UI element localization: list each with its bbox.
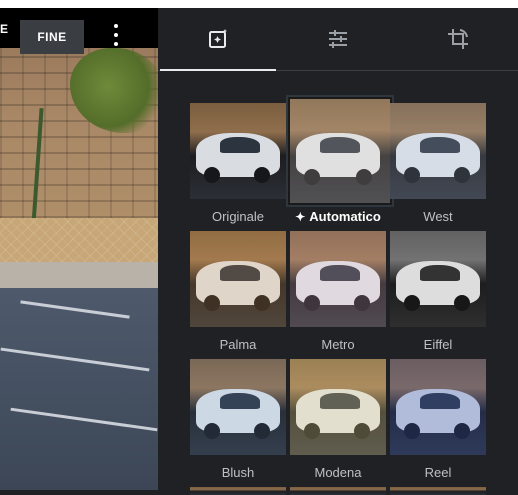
filter-label: Blush (221, 465, 255, 480)
filter-thumbnail (390, 103, 486, 199)
filter-thumbnail (190, 103, 286, 199)
sliders-icon (329, 30, 347, 48)
filter-thumbnail (290, 487, 386, 495)
edit-panel: Originale ✦ Automatico West Palma Metro … (158, 8, 518, 495)
filter-thumbnail (190, 359, 286, 455)
filter-thumbnail (190, 231, 286, 327)
auto-filter-icon (209, 29, 227, 48)
filter-label: Palma (219, 337, 257, 352)
filter-thumbnail (190, 487, 286, 495)
photo-fence (0, 218, 158, 268)
filter-thumbnail (390, 359, 486, 455)
filter-thumbnail (290, 359, 386, 455)
filter-label: Eiffel (423, 337, 453, 352)
done-button[interactable]: FINE (20, 20, 84, 54)
tab-filters[interactable] (158, 8, 278, 71)
window-top-edge (0, 0, 518, 8)
photo-road (0, 288, 158, 490)
filter-label: West (423, 209, 453, 224)
tab-crop[interactable] (398, 8, 518, 70)
filter-label-selected: ✦ Automatico (295, 209, 381, 224)
filter-label: Reel (424, 465, 452, 480)
filter-thumbnail (290, 231, 386, 327)
previous-button[interactable]: E (0, 22, 9, 36)
filter-label: Metro (321, 337, 355, 352)
filter-label: Originale (211, 209, 265, 224)
photo-curb (0, 262, 158, 288)
editor-toolbar: E FINE (0, 8, 158, 54)
filter-thumbnail (288, 97, 392, 205)
crop-rotate-icon (448, 29, 468, 49)
sparkle-icon: ✦ (295, 210, 306, 224)
tab-adjust[interactable] (278, 8, 398, 70)
edit-tabs (158, 8, 518, 71)
more-vert-icon[interactable] (108, 24, 124, 46)
filter-thumbnail (390, 487, 486, 495)
photo-preview (0, 8, 158, 490)
filter-label: Modena (314, 465, 362, 480)
filter-thumbnail (390, 231, 486, 327)
